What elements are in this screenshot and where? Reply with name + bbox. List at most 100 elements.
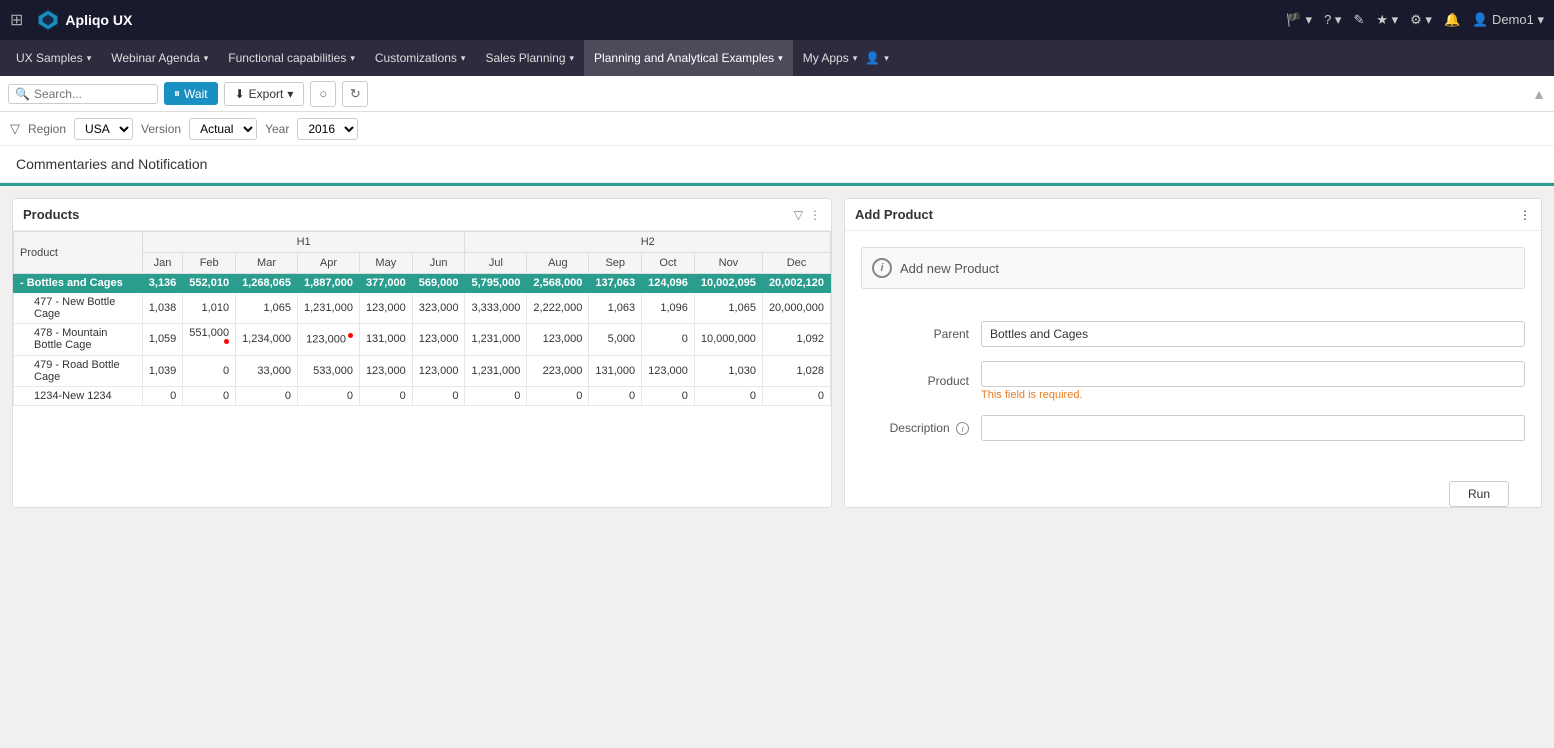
add-product-header: Add Product ⋮ <box>845 199 1541 231</box>
col-oct: Oct <box>642 253 695 274</box>
product-input[interactable] <box>981 361 1525 387</box>
menu-functional-capabilities[interactable]: Functional capabilities ▾ <box>218 40 365 76</box>
search-box[interactable]: 🔍 <box>8 84 158 104</box>
products-panel-title: Products <box>23 207 79 222</box>
menu-planning-analytical[interactable]: Planning and Analytical Examples ▾ <box>584 40 793 76</box>
col-jul: Jul <box>465 253 527 274</box>
col-jan: Jan <box>142 253 183 274</box>
menu-customizations[interactable]: Customizations ▾ <box>365 40 476 76</box>
col-jun: Jun <box>412 253 465 274</box>
export-icon: ⬇ <box>235 87 245 101</box>
col-may: May <box>359 253 412 274</box>
product-label: Product <box>861 374 981 388</box>
search-icon: 🔍 <box>15 87 30 101</box>
table-row: 477 - New Bottle Cage1,0381,0101,0651,23… <box>14 293 831 324</box>
search-input[interactable] <box>34 87 144 101</box>
star-icon[interactable]: ★ ▾ <box>1376 12 1398 28</box>
page-title-bar: Commentaries and Notification <box>0 146 1554 183</box>
table-row: 1234-New 1234000000000000 <box>14 386 831 405</box>
table-row: 478 - Mountain Bottle Cage1,059551,0001,… <box>14 324 831 356</box>
col-dec: Dec <box>762 253 830 274</box>
chevron-icon-2: ▾ <box>884 53 889 64</box>
year-select[interactable]: 2016 <box>297 118 358 140</box>
col-header-h2: H2 <box>465 232 831 253</box>
chevron-icon: ▾ <box>853 53 858 64</box>
run-button[interactable]: Run <box>1449 481 1509 507</box>
products-table: Product H1 H2 Jan Feb Mar Apr May Jun Ju… <box>13 231 831 406</box>
menu-my-apps[interactable]: My Apps ▾ 👤 ▾ <box>793 40 899 76</box>
user-icon-menu: 👤 <box>865 51 880 65</box>
add-new-product-row: i Add new Product <box>845 231 1541 305</box>
parent-input[interactable] <box>981 321 1525 347</box>
edit-icon[interactable]: ✎ <box>1353 12 1364 28</box>
filter-bar: ▽ Region USA Version Actual Year 2016 <box>0 112 1554 146</box>
bell-icon[interactable]: 🔔 <box>1444 12 1460 28</box>
products-panel-header: Products ▽ ⋮ <box>13 199 831 231</box>
chevron-icon: ▾ <box>87 53 92 64</box>
menu-bar: UX Samples ▾ Webinar Agenda ▾ Functional… <box>0 40 1554 76</box>
col-header-h1: H1 <box>142 232 465 253</box>
main-content: Products ▽ ⋮ Product H1 H2 Jan Feb <box>0 186 1554 520</box>
products-menu-icon[interactable]: ⋮ <box>809 208 821 222</box>
col-apr: Apr <box>298 253 360 274</box>
reset-icon: ○ <box>319 86 327 101</box>
menu-webinar-agenda[interactable]: Webinar Agenda ▾ <box>101 40 218 76</box>
wait-button[interactable]: ⏸ Wait <box>164 82 218 105</box>
parent-label: Parent <box>861 327 981 341</box>
col-aug: Aug <box>527 253 589 274</box>
toolbar: 🔍 ⏸ Wait ⬇ Export ▾ ○ ↻ ▲ <box>0 76 1554 112</box>
col-header-product: Product <box>14 232 143 274</box>
chevron-icon: ▾ <box>204 53 209 64</box>
col-sep: Sep <box>589 253 642 274</box>
products-panel: Products ▽ ⋮ Product H1 H2 Jan Feb <box>12 198 832 508</box>
user-menu[interactable]: 👤 Demo1 ▾ <box>1472 12 1544 28</box>
product-field-group: This field is required. <box>981 361 1525 401</box>
add-product-form: Parent Product This field is required. D… <box>845 305 1541 471</box>
description-info-icon: i <box>956 422 969 435</box>
add-product-title: Add Product <box>855 207 933 222</box>
wait-icon: ⏸ <box>174 86 180 101</box>
add-product-menu-icon[interactable]: ⋮ <box>1519 208 1531 222</box>
description-input[interactable] <box>981 415 1525 441</box>
description-label: Description i <box>861 421 981 436</box>
export-chevron-icon: ▾ <box>287 87 293 101</box>
products-panel-actions: ▽ ⋮ <box>794 208 821 222</box>
form-row-parent: Parent <box>861 321 1525 347</box>
reset-button[interactable]: ○ <box>310 81 336 107</box>
add-new-product-button[interactable]: i Add new Product <box>861 247 1525 289</box>
col-mar: Mar <box>236 253 298 274</box>
logo-svg <box>37 9 59 31</box>
page-title: Commentaries and Notification <box>16 156 1538 172</box>
col-nov: Nov <box>694 253 762 274</box>
logo-area: Apliqo UX <box>37 9 132 31</box>
app-title: Apliqo UX <box>65 12 132 28</box>
version-select[interactable]: Actual <box>189 118 257 140</box>
form-row-product: Product This field is required. <box>861 361 1525 401</box>
chevron-icon: ▾ <box>461 53 466 64</box>
products-filter-icon[interactable]: ▽ <box>794 208 803 222</box>
top-nav: ⊞ Apliqo UX 🏴 ▾ ? ▾ ✎ ★ ▾ ⚙ ▾ 🔔 👤 Demo1 … <box>0 0 1554 40</box>
export-button[interactable]: ⬇ Export ▾ <box>224 82 305 106</box>
table-row: 479 - Road Bottle Cage1,039033,000533,00… <box>14 355 831 386</box>
menu-sales-planning[interactable]: Sales Planning ▾ <box>475 40 584 76</box>
gear-icon[interactable]: ⚙ ▾ <box>1410 12 1432 28</box>
chevron-icon: ▾ <box>350 53 355 64</box>
add-product-panel: Add Product ⋮ i Add new Product Parent P… <box>844 198 1542 508</box>
question-icon[interactable]: ? ▾ <box>1324 12 1341 28</box>
grid-icon[interactable]: ⊞ <box>10 10 23 30</box>
run-button-row: Run <box>845 471 1541 507</box>
table-row: - Bottles and Cages3,136552,0101,268,065… <box>14 274 831 293</box>
flag-icon[interactable]: 🏴 ▾ <box>1286 12 1312 28</box>
menu-ux-samples[interactable]: UX Samples ▾ <box>6 40 101 76</box>
refresh-icon: ↻ <box>350 86 361 102</box>
form-row-description: Description i <box>861 415 1525 441</box>
top-nav-right: 🏴 ▾ ? ▾ ✎ ★ ▾ ⚙ ▾ 🔔 👤 Demo1 ▾ <box>1286 12 1544 28</box>
collapse-icon[interactable]: ▲ <box>1532 86 1546 102</box>
filter-icon[interactable]: ▽ <box>10 121 20 137</box>
region-select[interactable]: USA <box>74 118 133 140</box>
required-message: This field is required. <box>981 389 1525 401</box>
chevron-icon: ▾ <box>778 53 783 64</box>
chevron-icon: ▾ <box>570 53 575 64</box>
refresh-button[interactable]: ↻ <box>342 81 368 107</box>
col-feb: Feb <box>183 253 236 274</box>
